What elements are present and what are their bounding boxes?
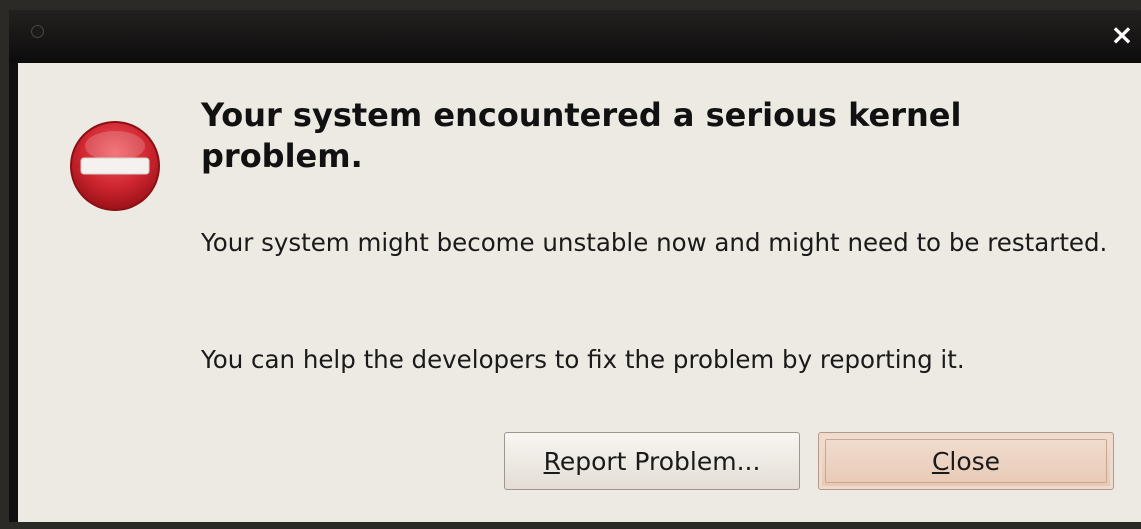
window-menu-icon[interactable] <box>31 25 44 38</box>
close-button[interactable]: Close <box>818 432 1114 490</box>
window-close-icon[interactable]: × <box>1108 21 1136 49</box>
dialog-message-primary: Your system might become unstable now an… <box>201 228 1108 257</box>
dialog-body: Your system encountered a serious kernel… <box>18 63 1141 522</box>
report-problem-button[interactable]: Report Problem... <box>504 432 800 490</box>
error-stop-icon <box>70 121 160 211</box>
dialog-window: × Your system encountered a serious kern… <box>9 10 1141 522</box>
title-bar: × <box>9 10 1141 63</box>
dialog-message-secondary: You can help the developers to fix the p… <box>201 345 965 374</box>
dialog-title: Your system encountered a serious kernel… <box>201 96 962 175</box>
close-label: Close <box>931 446 1001 476</box>
report-problem-label: Report Problem... <box>543 446 761 476</box>
